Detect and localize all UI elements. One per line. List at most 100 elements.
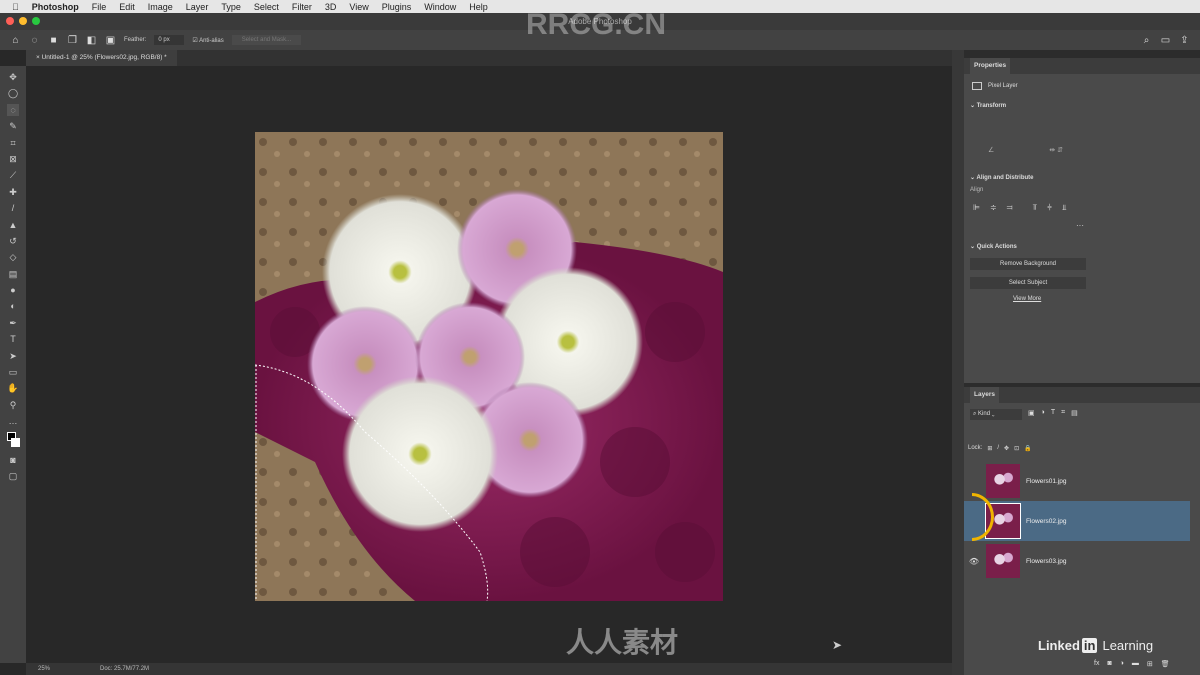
stamp-tool-icon[interactable]: ▲ xyxy=(7,219,19,231)
filter-pixel-icon[interactable]: ▣ xyxy=(1028,409,1035,417)
shape-tool-icon[interactable]: ▭ xyxy=(7,366,19,378)
home-icon[interactable]: ⌂ xyxy=(10,35,21,46)
intersect-selection-icon[interactable]: ▣ xyxy=(105,35,116,46)
quick-actions-section[interactable]: ⌄ Quick Actions xyxy=(970,243,1017,250)
workspace-icon[interactable]: ▭ xyxy=(1160,35,1171,46)
filter-smart-icon[interactable]: ▤ xyxy=(1071,409,1078,417)
select-subject-button[interactable]: Select Subject xyxy=(970,277,1086,289)
eyedropper-icon[interactable]: ⟋ xyxy=(7,169,19,181)
history-brush-icon[interactable]: ↺ xyxy=(7,235,19,247)
menu-help[interactable]: Help xyxy=(469,2,488,12)
align-section[interactable]: ⌄ Align and Distribute xyxy=(970,174,1033,181)
menu-view[interactable]: View xyxy=(349,2,368,12)
select-mask-button[interactable]: Select and Mask... xyxy=(231,35,302,45)
eye-icon[interactable]: 👁 xyxy=(964,557,984,566)
align-bottom-icon[interactable]: ⫫ xyxy=(1062,203,1067,213)
subtract-selection-icon[interactable]: ◧ xyxy=(86,35,97,46)
antialias-checkbox[interactable]: ☑ Anti-alias xyxy=(192,37,223,44)
type-tool-icon[interactable]: T xyxy=(7,333,19,345)
eraser-icon[interactable]: ◇ xyxy=(7,251,19,263)
new-layer-icon[interactable]: ⊞ xyxy=(1147,660,1153,668)
frame-tool-icon[interactable]: ⊠ xyxy=(7,153,19,165)
menu-select[interactable]: Select xyxy=(254,2,279,12)
zoom-level[interactable]: 25% xyxy=(38,666,50,672)
align-right-icon[interactable]: ⫤ xyxy=(1007,203,1013,213)
layers-tab[interactable]: Layers xyxy=(970,387,999,403)
remove-background-button[interactable]: Remove Background xyxy=(970,258,1086,270)
menu-3d[interactable]: 3D xyxy=(325,2,337,12)
layers-panel: Layers ⌕ Kind ⌄ ▣ ◑ T ⌗ ▤ Lock: ⊞ / ✥ ⊡ 🔒 Flowers… xyxy=(964,387,1200,675)
transform-section[interactable]: ⌄ Transform xyxy=(970,102,1006,109)
align-hcenter-icon[interactable]: ≑ xyxy=(990,203,997,213)
lasso-tool-icon[interactable]: ◌ xyxy=(7,103,19,116)
lock-all-icon[interactable]: 🔒 xyxy=(1024,445,1031,452)
close-button[interactable] xyxy=(6,17,14,25)
filter-adjust-icon[interactable]: ◑ xyxy=(1041,409,1045,417)
quick-mask-icon[interactable]: ◙ xyxy=(7,454,19,466)
lock-transparent-icon[interactable]: ⊞ xyxy=(987,445,992,452)
group-icon[interactable]: ▬ xyxy=(1132,660,1139,668)
logo-learning: Learning xyxy=(1102,638,1154,653)
new-selection-icon[interactable]: ■ xyxy=(48,35,59,46)
healing-brush-icon[interactable]: ✚ xyxy=(7,186,19,198)
menu-file[interactable]: File xyxy=(92,2,107,12)
document-tab[interactable]: × Untitled-1 @ 25% (Flowers02.jpg, RGB/8… xyxy=(26,50,177,66)
blur-icon[interactable]: ● xyxy=(7,284,19,296)
adjustment-icon[interactable]: ◑ xyxy=(1120,660,1124,668)
align-vcenter-icon[interactable]: ⫩ xyxy=(1047,203,1052,213)
document-canvas[interactable] xyxy=(255,132,723,601)
canvas-area[interactable]: RRCG.CN 人人素材 ➤ xyxy=(26,8,952,663)
menu-filter[interactable]: Filter xyxy=(292,2,312,12)
menu-plugins[interactable]: Plugins xyxy=(382,2,412,12)
menu-edit[interactable]: Edit xyxy=(119,2,135,12)
filter-shape-icon[interactable]: ⌗ xyxy=(1061,409,1065,417)
rotate-icon[interactable]: ∠ xyxy=(988,146,994,154)
lock-paint-icon[interactable]: / xyxy=(997,445,999,452)
crop-tool-icon[interactable]: ⌗ xyxy=(7,137,19,149)
menu-image[interactable]: Image xyxy=(148,2,173,12)
properties-tab[interactable]: Properties xyxy=(970,58,1011,74)
more-tools-icon[interactable]: … xyxy=(7,415,19,427)
pen-tool-icon[interactable]: ✒ xyxy=(7,317,19,329)
mask-icon[interactable]: ◙ xyxy=(1107,660,1111,668)
align-top-icon[interactable]: ⫪ xyxy=(1033,203,1038,213)
gradient-icon[interactable]: ▤ xyxy=(7,268,19,280)
brush-tool-icon[interactable]: / xyxy=(7,202,19,214)
lock-artboard-icon[interactable]: ⊡ xyxy=(1014,445,1019,452)
menu-app[interactable]: Photoshop xyxy=(32,2,79,12)
properties-panel: Properties Pixel Layer ⌄ Transform ∠ ⇹ ⇵ … xyxy=(964,58,1200,383)
move-tool-icon[interactable]: ✥ xyxy=(7,71,19,83)
feather-input[interactable]: 0 px xyxy=(154,35,185,45)
screen-mode-icon[interactable]: ▢ xyxy=(7,470,19,482)
layer-row[interactable]: 👁 Flowers03.jpg xyxy=(964,541,1190,581)
lasso-tool-icon[interactable]: ◌ xyxy=(29,35,40,46)
menu-type[interactable]: Type xyxy=(221,2,241,12)
view-more-link[interactable]: View More xyxy=(1013,296,1041,302)
menu-window[interactable]: Window xyxy=(424,2,456,12)
dodge-icon[interactable]: ◐ xyxy=(7,300,19,312)
color-swatches-icon[interactable] xyxy=(7,431,20,450)
filter-type-icon[interactable]: T xyxy=(1051,409,1055,417)
layer-row[interactable]: Flowers01.jpg xyxy=(964,461,1190,501)
minimize-button[interactable] xyxy=(19,17,27,25)
share-icon[interactable]: ⇪ xyxy=(1179,35,1190,46)
align-left-icon[interactable]: ⊫ xyxy=(973,203,980,213)
trash-icon[interactable]: 🗑 xyxy=(1161,660,1170,668)
menu-layer[interactable]: Layer xyxy=(186,2,209,12)
layer-row-selected[interactable]: Flowers02.jpg xyxy=(964,501,1190,541)
zoom-button[interactable] xyxy=(32,17,40,25)
doc-size[interactable]: Doc: 25.7M/77.2M xyxy=(100,666,149,672)
fx-icon[interactable]: fx xyxy=(1094,660,1099,668)
quick-select-icon[interactable]: ✎ xyxy=(7,120,19,132)
zoom-tool-icon[interactable]: ⚲ xyxy=(7,399,19,411)
lock-position-icon[interactable]: ✥ xyxy=(1004,445,1009,452)
search-icon[interactable]: ⌕ xyxy=(1141,35,1152,46)
marquee-tool-icon[interactable]: ◯ xyxy=(7,87,19,99)
flip-icons[interactable]: ⇹ ⇵ xyxy=(1049,146,1063,154)
apple-icon[interactable]:  xyxy=(12,2,19,12)
hand-tool-icon[interactable]: ✋ xyxy=(7,382,19,394)
filter-kind-select[interactable]: ⌕ Kind ⌄ xyxy=(970,409,1022,420)
more-options-icon[interactable]: ··· xyxy=(1076,221,1084,230)
add-selection-icon[interactable]: ❐ xyxy=(67,35,78,46)
path-select-icon[interactable]: ➤ xyxy=(7,350,19,362)
